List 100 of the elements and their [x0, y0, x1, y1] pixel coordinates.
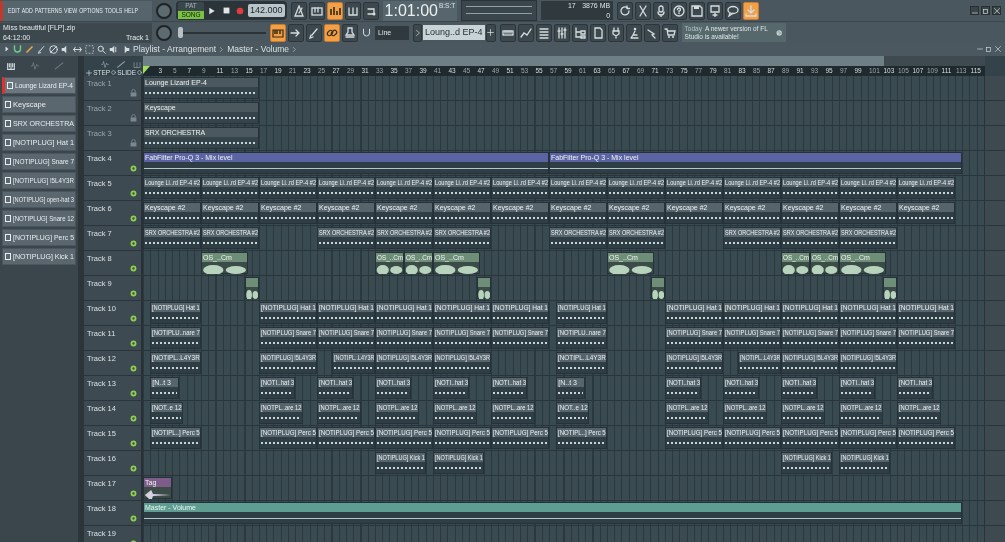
close-icon: [995, 46, 1001, 52]
waveform-icon: [782, 264, 809, 274]
restore-icon: [986, 46, 992, 52]
disk-export-icon: [709, 4, 722, 17]
vertical-scrollbar[interactable]: [984, 101, 1005, 125]
toolbar-button[interactable]: [625, 23, 642, 42]
toolbar-button[interactable]: [308, 1, 325, 20]
toolbar-button[interactable]: [607, 23, 624, 42]
speaker-icon: [109, 44, 118, 54]
toolbar-button[interactable]: [643, 23, 660, 42]
track-status-icon: [130, 465, 137, 472]
toolbar-button[interactable]: [589, 23, 606, 42]
vertical-scrollbar[interactable]: [984, 126, 1005, 150]
toolbar-button[interactable]: [653, 1, 670, 20]
audio-clip[interactable]: [882, 277, 897, 299]
breadcrumb-link[interactable]: Master - Volume: [227, 44, 290, 54]
waveform-icon: [840, 264, 886, 274]
pitch-knob[interactable]: [156, 24, 172, 41]
menu-item[interactable]: TOOLS: [104, 6, 123, 15]
toolbar-button[interactable]: [344, 1, 361, 20]
close-button[interactable]: [992, 6, 1001, 15]
toolbar-button[interactable]: [342, 23, 358, 42]
keyboard-icon: [310, 4, 323, 17]
toolbar-button[interactable]: [725, 1, 742, 20]
track-status-icon: [130, 415, 137, 422]
plug-icon: [609, 26, 622, 39]
toolbar-button[interactable]: [288, 23, 304, 42]
audio-clip[interactable]: [476, 277, 491, 299]
toolbar-button[interactable]: [306, 23, 322, 42]
restore-icon: [982, 7, 989, 14]
vertical-scrollbar[interactable]: [984, 476, 1005, 500]
vertical-scrollbar[interactable]: [984, 326, 1005, 350]
vertical-scrollbar[interactable]: [984, 176, 1005, 200]
master-knob[interactable]: [156, 2, 172, 19]
time-value: 1:01:00: [384, 0, 438, 21]
vertical-scrollbar[interactable]: [984, 301, 1005, 325]
toolbar-button[interactable]: [362, 1, 379, 20]
audio-clip[interactable]: [650, 277, 665, 299]
menu-item[interactable]: PATTERNS: [34, 6, 62, 15]
audio-clip[interactable]: [244, 277, 259, 299]
menu-item[interactable]: VIEW: [63, 6, 78, 15]
track-status-icon: [130, 365, 137, 372]
vertical-scrollbar[interactable]: [984, 251, 1005, 275]
vertical-scrollbar[interactable]: [984, 276, 1005, 300]
vertical-scrollbar[interactable]: [984, 451, 1005, 475]
plus-icon: [487, 29, 495, 36]
waveform-icon: [651, 289, 664, 299]
vertical-scrollbar[interactable]: [984, 76, 1005, 100]
track-status-icon: [130, 340, 137, 347]
stamp-icon: [344, 26, 356, 39]
help-icon: [673, 4, 686, 17]
menu-item[interactable]: ADD: [21, 6, 33, 15]
pattern-selector[interactable]: Loung..d EP-4: [423, 25, 485, 40]
delete-icon: [49, 44, 58, 54]
prev-pattern-button[interactable]: [413, 23, 422, 42]
track-status-icon: [130, 215, 137, 222]
magnet-icon: [13, 44, 22, 54]
pencil-icon: [25, 44, 34, 54]
breadcrumb-link[interactable]: Playlist - Arrangement: [133, 44, 217, 54]
toolbar-button[interactable]: [743, 1, 760, 20]
vertical-scrollbar[interactable]: [984, 426, 1005, 450]
add-pattern-button[interactable]: [485, 23, 496, 42]
minimize-button[interactable]: [970, 6, 979, 15]
pitch-slider-thumb[interactable]: [178, 26, 183, 38]
menu-item[interactable]: OPTIONS: [79, 6, 103, 15]
toolbar-button[interactable]: [499, 23, 516, 42]
record-icon: [236, 6, 244, 15]
vertical-scrollbar[interactable]: [984, 501, 1005, 525]
toolbar-button[interactable]: [689, 1, 706, 20]
track-status-icon: [130, 440, 137, 447]
vertical-scrollbar[interactable]: [984, 201, 1005, 225]
toolbar-button[interactable]: [270, 23, 286, 42]
playhead-marker[interactable]: [143, 66, 150, 74]
vertical-scrollbar[interactable]: [984, 401, 1005, 425]
toolbar-button[interactable]: [571, 23, 588, 42]
toolbar-button[interactable]: [635, 1, 652, 20]
vertical-scrollbar[interactable]: [984, 376, 1005, 400]
track-status-icon: [130, 315, 137, 322]
vertical-scrollbar[interactable]: [984, 151, 1005, 175]
toolbar-button[interactable]: [671, 1, 688, 20]
select-icon: [85, 44, 94, 54]
toolbar-button[interactable]: [326, 1, 343, 20]
minimize-icon: [977, 46, 983, 52]
toolbar-button[interactable]: [617, 1, 634, 20]
toolbar-button[interactable]: [707, 1, 724, 20]
overview-scrollbar[interactable]: [143, 56, 985, 66]
speech-bubble-icon: [727, 4, 740, 17]
restore-button[interactable]: [981, 6, 990, 15]
menu-item[interactable]: HELP: [124, 6, 138, 15]
tempo-field[interactable]: 142.000: [248, 4, 285, 17]
toolbar-button[interactable]: [517, 23, 534, 42]
toolbar-button[interactable]: [324, 23, 340, 42]
toolbar-button[interactable]: [290, 1, 307, 20]
mixer-icon: [555, 26, 568, 39]
menu-item[interactable]: EDIT: [8, 6, 20, 15]
toolbar-button[interactable]: [553, 23, 570, 42]
vertical-scrollbar[interactable]: [984, 226, 1005, 250]
toolbar-button[interactable]: [661, 23, 678, 42]
toolbar-button[interactable]: [535, 23, 552, 42]
vertical-scrollbar[interactable]: [984, 351, 1005, 375]
